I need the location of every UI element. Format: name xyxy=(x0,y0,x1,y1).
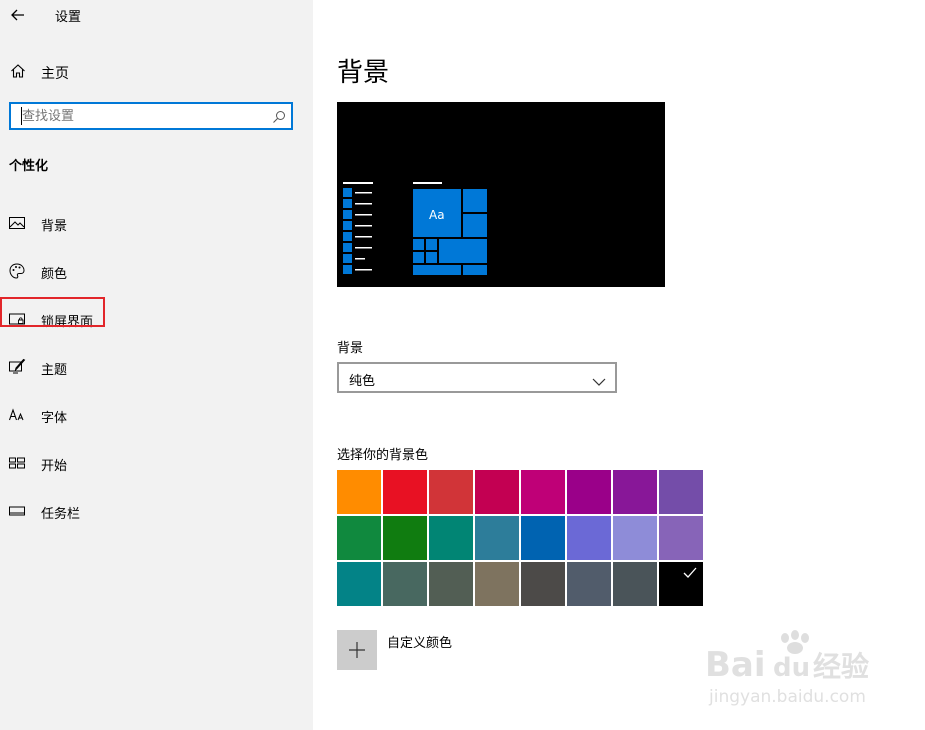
sidebar-item-taskbar[interactable]: 任务栏 xyxy=(0,496,313,526)
color-picker-label: 选择你的背景色 xyxy=(337,448,429,463)
sidebar-item-label: 颜色 xyxy=(41,267,68,282)
color-swatch[interactable] xyxy=(659,470,703,514)
home-label: 主页 xyxy=(41,66,69,82)
color-swatch[interactable] xyxy=(613,562,657,606)
color-swatch[interactable] xyxy=(521,516,565,560)
sidebar-item-lock-screen[interactable]: 锁屏界面 xyxy=(0,304,313,334)
page-title: 背景 xyxy=(337,58,390,88)
color-swatch[interactable] xyxy=(521,562,565,606)
color-swatch[interactable] xyxy=(613,516,657,560)
color-swatch[interactable] xyxy=(475,516,519,560)
home-icon xyxy=(9,62,27,80)
dropdown-value: 纯色 xyxy=(349,374,376,389)
font-icon xyxy=(8,406,26,424)
color-swatch[interactable] xyxy=(567,470,611,514)
checkmark-icon xyxy=(683,567,697,578)
background-field-label: 背景 xyxy=(337,341,364,356)
desktop-preview: Aa xyxy=(337,102,665,287)
color-swatch[interactable] xyxy=(613,470,657,514)
sidebar-item-label: 开始 xyxy=(41,459,68,474)
color-swatch[interactable] xyxy=(567,562,611,606)
search-box[interactable] xyxy=(9,102,293,130)
back-button[interactable] xyxy=(8,4,30,26)
color-swatch[interactable] xyxy=(567,516,611,560)
window-title: 设置 xyxy=(55,10,82,25)
sidebar-item-label: 任务栏 xyxy=(41,507,81,522)
sidebar-item-colors[interactable]: 颜色 xyxy=(0,256,313,286)
home-nav-item[interactable]: 主页 xyxy=(0,58,313,84)
sidebar-item-label: 主题 xyxy=(41,363,68,378)
color-swatch-grid xyxy=(337,470,703,606)
color-swatch[interactable] xyxy=(429,562,473,606)
custom-color-label: 自定义颜色 xyxy=(387,636,453,651)
color-swatch-selected[interactable] xyxy=(659,562,703,606)
color-swatch[interactable] xyxy=(337,470,381,514)
custom-color-button[interactable] xyxy=(337,630,377,670)
search-icon[interactable] xyxy=(272,109,286,123)
color-swatch[interactable] xyxy=(383,562,427,606)
sidebar-item-label: 背景 xyxy=(41,219,68,234)
back-arrow-icon xyxy=(11,9,24,21)
sidebar-item-label: 锁屏界面 xyxy=(41,315,94,330)
color-swatch[interactable] xyxy=(337,562,381,606)
background-type-dropdown[interactable]: 纯色 xyxy=(337,362,617,393)
color-swatch[interactable] xyxy=(475,562,519,606)
preview-tile-text: Aa xyxy=(429,208,445,222)
settings-main-panel: 背景 Aa 背景 纯色 选择你的背景色 自定义颜色 xyxy=(313,0,925,730)
palette-icon xyxy=(8,262,26,280)
sidebar-item-fonts[interactable]: 字体 xyxy=(0,400,313,430)
settings-sidebar: 设置 主页 个性化 背景 xyxy=(0,0,313,730)
plus-icon xyxy=(349,642,365,658)
title-bar: 设置 xyxy=(0,0,313,30)
color-swatch[interactable] xyxy=(429,470,473,514)
start-grid-icon xyxy=(8,454,26,472)
chevron-down-icon xyxy=(592,372,606,386)
picture-icon xyxy=(8,214,26,232)
section-title-personalization: 个性化 xyxy=(9,159,49,174)
sidebar-item-label: 字体 xyxy=(41,411,68,426)
taskbar-icon xyxy=(8,502,26,520)
color-swatch[interactable] xyxy=(337,516,381,560)
lock-screen-icon xyxy=(8,310,26,328)
color-swatch[interactable] xyxy=(659,516,703,560)
color-swatch[interactable] xyxy=(475,470,519,514)
sidebar-item-background[interactable]: 背景 xyxy=(0,208,313,238)
sidebar-item-start[interactable]: 开始 xyxy=(0,448,313,478)
theme-brush-icon xyxy=(8,358,26,376)
sidebar-item-themes[interactable]: 主题 xyxy=(0,352,313,382)
color-swatch[interactable] xyxy=(521,470,565,514)
desktop-preview-graphic: Aa xyxy=(343,182,487,275)
color-swatch[interactable] xyxy=(383,470,427,514)
search-input[interactable] xyxy=(21,107,262,125)
color-swatch[interactable] xyxy=(383,516,427,560)
color-swatch[interactable] xyxy=(429,516,473,560)
